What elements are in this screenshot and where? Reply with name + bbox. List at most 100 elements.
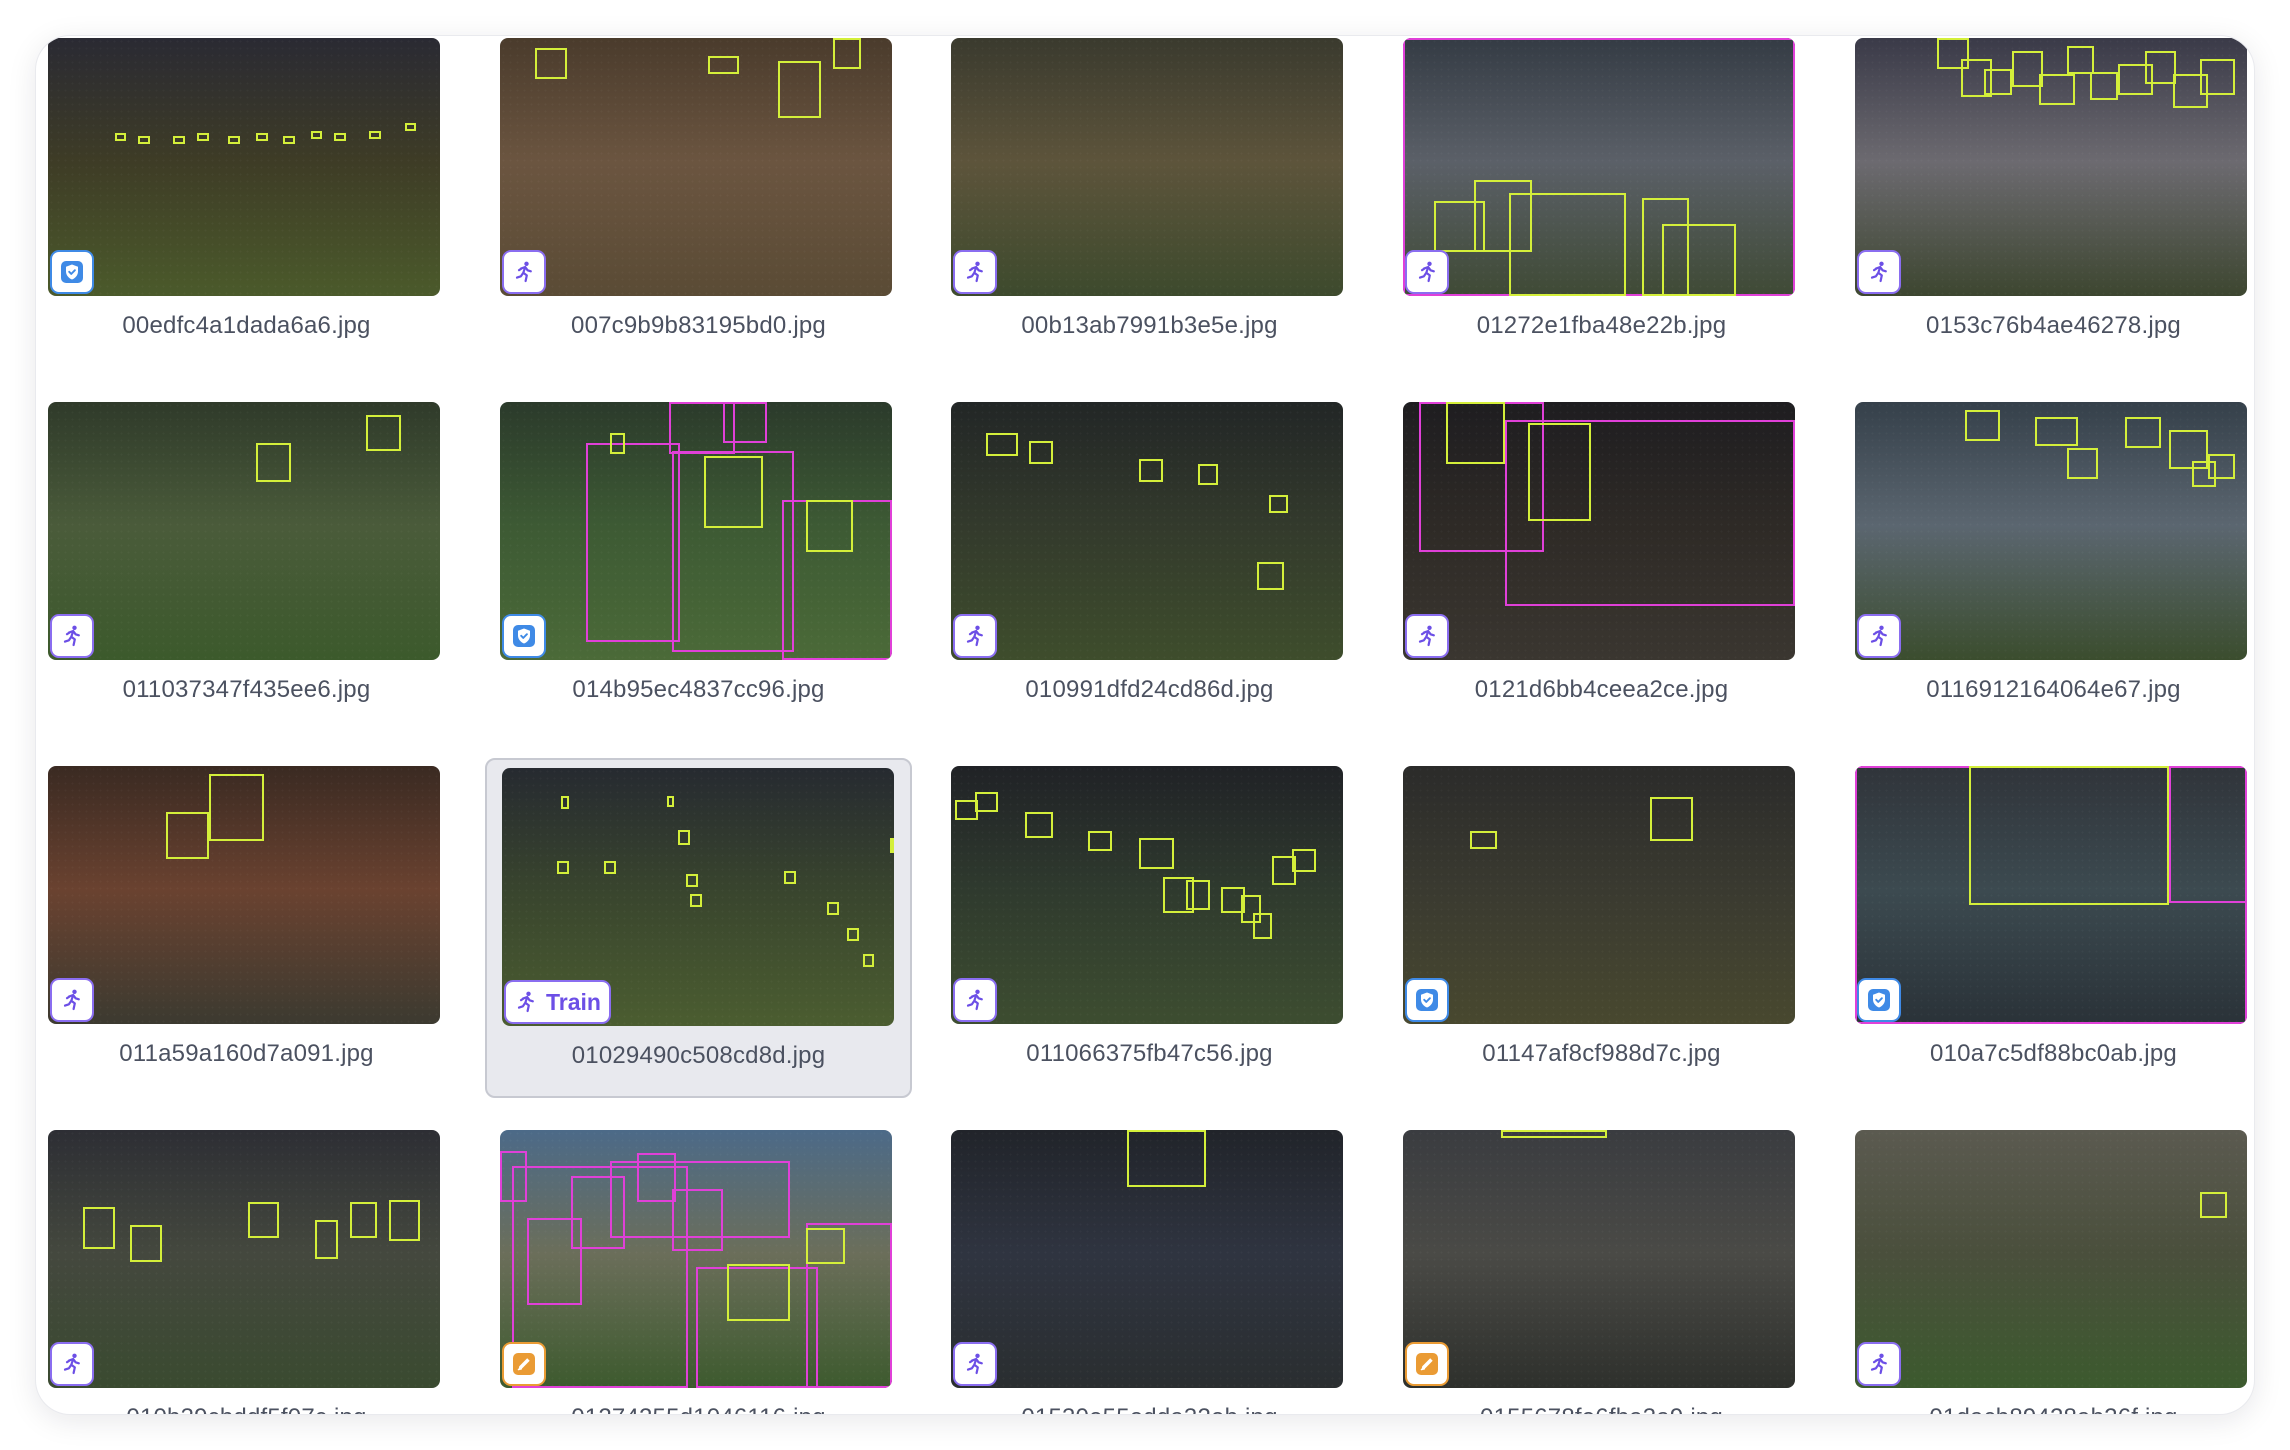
- gallery-card[interactable]: 01147af8cf988d7c.jpg: [1388, 758, 1815, 1098]
- tag-badge[interactable]: [953, 250, 997, 294]
- gallery-card[interactable]: 014b95ec4837cc96.jpg: [485, 394, 912, 734]
- thumbnail-texture: [1403, 1130, 1795, 1388]
- image-thumbnail[interactable]: [500, 402, 892, 660]
- gallery-card[interactable]: 011a59a160d7a091.jpg: [36, 758, 460, 1098]
- annotation-box: [1186, 879, 1210, 911]
- annotation-box: [1469, 830, 1498, 849]
- image-thumbnail[interactable]: [500, 38, 892, 296]
- image-thumbnail[interactable]: [1403, 402, 1795, 660]
- image-thumbnail[interactable]: [1855, 38, 2247, 296]
- image-thumbnail[interactable]: [951, 38, 1343, 296]
- annotation-box: [334, 133, 346, 142]
- gallery-card[interactable]: 007c9b9b83195bd0.jpg: [485, 36, 912, 370]
- tag-badge[interactable]: [1857, 614, 1901, 658]
- gallery-card[interactable]: 010b39cbddf5f07c.jpg: [36, 1122, 460, 1414]
- annotation-box: [690, 894, 702, 908]
- annotation-box: [556, 860, 569, 874]
- tag-badge[interactable]: [1857, 978, 1901, 1022]
- annotation-box: [603, 860, 616, 874]
- gallery-card[interactable]: 00edfc4a1dada6a6.jpg: [36, 36, 460, 370]
- tag-badge[interactable]: [953, 614, 997, 658]
- image-thumbnail[interactable]: [48, 766, 440, 1024]
- thumbnail-texture: [48, 1130, 440, 1388]
- image-filename: 010991dfd24cd86d.jpg: [1025, 676, 1274, 703]
- annotation-box: [686, 873, 698, 887]
- gallery-card[interactable]: 0121d6bb4ceea2ce.jpg: [1388, 394, 1815, 734]
- image-filename: 0116912164064e67.jpg: [1926, 676, 2181, 703]
- annotation-box: [1268, 494, 1289, 513]
- annotation-box: [310, 130, 323, 139]
- image-thumbnail[interactable]: [48, 402, 440, 660]
- annotation-box: [1528, 422, 1592, 521]
- tag-badge[interactable]: [50, 1342, 94, 1386]
- annotation-box: [535, 48, 567, 80]
- tag-badge[interactable]: [953, 1342, 997, 1386]
- gallery-card[interactable]: 01530e55edda32eb.jpg: [936, 1122, 1363, 1414]
- running-person-icon: [1867, 1352, 1891, 1376]
- gallery-card[interactable]: 00b13ab7991b3e5e.jpg: [936, 36, 1363, 370]
- image-thumbnail[interactable]: [1403, 1130, 1795, 1388]
- annotation-box: [2039, 74, 2075, 106]
- annotation-box: [986, 432, 1018, 457]
- tag-badge[interactable]: [1857, 250, 1901, 294]
- image-thumbnail[interactable]: [1855, 766, 2247, 1024]
- gallery-card[interactable]: 011037347f435ee6.jpg: [36, 394, 460, 734]
- annotation-box: [846, 927, 859, 941]
- annotation-box: [1252, 913, 1273, 939]
- tag-badge[interactable]: [1405, 1342, 1449, 1386]
- tag-badge[interactable]: [953, 978, 997, 1022]
- image-filename: 01dacb89428ab26f.jpg: [1840, 1404, 2254, 1414]
- gallery-card[interactable]: 0153c76b4ae46278.jpg: [1840, 36, 2254, 370]
- image-thumbnail[interactable]: [48, 38, 440, 296]
- gallery-card[interactable]: 011066375fb47c56.jpg: [936, 758, 1363, 1098]
- gallery-card[interactable]: 01274255d1046116.jpg: [485, 1122, 912, 1414]
- running-person-icon: [60, 624, 84, 648]
- gallery-card[interactable]: 01dacb89428ab26f.jpg: [1840, 1122, 2254, 1414]
- tag-badge[interactable]: [1857, 1342, 1901, 1386]
- image-thumbnail[interactable]: [1855, 402, 2247, 660]
- annotation-box: [255, 133, 268, 142]
- image-filename: 007c9b9b83195bd0.jpg: [571, 312, 826, 339]
- image-thumbnail[interactable]: [1403, 766, 1795, 1024]
- image-thumbnail[interactable]: [951, 766, 1343, 1024]
- gallery-card[interactable]: Train 01029490c508cd8d.jpg: [485, 758, 912, 1098]
- annotation-box: [130, 1225, 162, 1262]
- running-person-icon: [514, 990, 538, 1014]
- annotation-box: [672, 1189, 724, 1252]
- annotation-box: [703, 456, 763, 529]
- annotation-box: [165, 812, 209, 859]
- image-thumbnail[interactable]: [1855, 1130, 2247, 1388]
- image-thumbnail[interactable]: [951, 1130, 1343, 1388]
- annotation-box: [228, 136, 241, 144]
- tag-badge[interactable]: [502, 250, 546, 294]
- gallery-card[interactable]: 010a7c5df88bc0ab.jpg: [1840, 758, 2254, 1098]
- annotation-box: [138, 136, 150, 144]
- annotation-box: [255, 443, 292, 482]
- tag-badge[interactable]: Train: [504, 980, 611, 1024]
- image-thumbnail[interactable]: [951, 402, 1343, 660]
- tag-badge[interactable]: [50, 978, 94, 1022]
- image-thumbnail[interactable]: [500, 1130, 892, 1388]
- annotation-box: [1139, 838, 1175, 870]
- image-thumbnail[interactable]: [48, 1130, 440, 1388]
- tag-badge[interactable]: [50, 614, 94, 658]
- image-thumbnail[interactable]: [1403, 38, 1795, 296]
- tag-badge[interactable]: [1405, 250, 1449, 294]
- gallery-card[interactable]: 0116912164064e67.jpg: [1840, 394, 2254, 734]
- thumbnail-texture: [951, 38, 1343, 296]
- image-filename: 011037347f435ee6.jpg: [122, 676, 371, 703]
- tag-badge[interactable]: [50, 250, 94, 294]
- image-filename: 011a59a160d7a091.jpg: [119, 1040, 374, 1067]
- gallery-card[interactable]: 0155678fe6fba3a9.jpg: [1388, 1122, 1815, 1414]
- image-filename: 01029490c508cd8d.jpg: [571, 1042, 826, 1069]
- gallery-card[interactable]: 010991dfd24cd86d.jpg: [936, 394, 1363, 734]
- shield-icon: [1867, 988, 1891, 1012]
- tag-badge[interactable]: [502, 614, 546, 658]
- annotation-box: [2168, 766, 2247, 903]
- tag-badge[interactable]: [1405, 614, 1449, 658]
- image-filename: 0121d6bb4ceea2ce.jpg: [1474, 676, 1729, 703]
- tag-badge[interactable]: [502, 1342, 546, 1386]
- tag-badge[interactable]: [1405, 978, 1449, 1022]
- gallery-card[interactable]: 01272e1fba48e22b.jpg: [1388, 36, 1815, 370]
- image-thumbnail[interactable]: Train: [502, 768, 894, 1026]
